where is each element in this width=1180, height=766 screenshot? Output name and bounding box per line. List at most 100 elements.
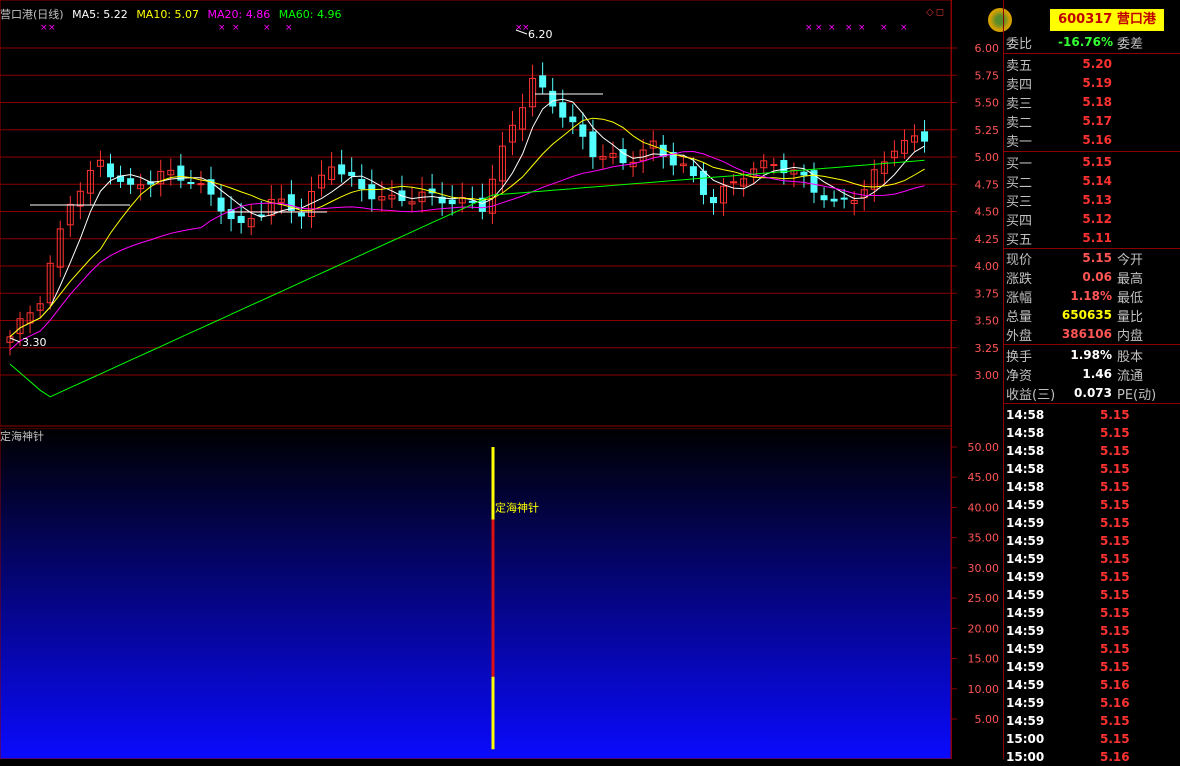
ma10-line — [9, 117, 925, 338]
candle-body — [780, 160, 788, 174]
panel-inner-border — [1003, 0, 1004, 759]
quote-value: 1.18% — [1070, 289, 1112, 303]
signal-mark-icon: × — [900, 23, 908, 33]
candle-body — [699, 170, 707, 195]
weibi-diff-label: 委差 — [1117, 37, 1144, 52]
signal-mark-icon: × — [48, 23, 56, 33]
kline-chart-area[interactable]: 6.00 5.75 5.50 5.25 5.00 4.75 4.50 4.25 4.00 3.75… — [0, 0, 999, 759]
signal-label: 定海神针 — [495, 500, 539, 514]
candle-body — [589, 131, 597, 158]
tick-price: 5.15 — [1100, 624, 1130, 638]
tick-price: 5.15 — [1100, 570, 1130, 584]
fund-value: 1.98% — [1070, 348, 1112, 362]
ask-price[interactable]: 5.20 — [1022, 57, 1112, 71]
ask-price[interactable]: 5.16 — [1022, 133, 1112, 147]
quote-value: 650635 — [1061, 308, 1112, 322]
fund-value: 0.073 — [1074, 386, 1112, 400]
price-axis-label: 3.75 — [975, 287, 1000, 300]
candle-body — [800, 171, 808, 176]
indicator-axis-label: 5.00 — [975, 713, 1000, 726]
indicator-axis-label: 10.00 — [968, 683, 1000, 696]
ask-price[interactable]: 5.18 — [1022, 95, 1112, 109]
tick-time: 14:59 — [1006, 534, 1045, 548]
candle-body — [770, 164, 778, 167]
candle-body — [368, 184, 376, 200]
price-axis-label: 3.25 — [975, 342, 1000, 355]
ma10-label: MA10: 5.07 — [136, 8, 200, 21]
tick-price: 5.16 — [1100, 678, 1130, 692]
tick-time: 15:00 — [1006, 750, 1045, 764]
price-axis-label: 3.50 — [975, 315, 1000, 328]
price-axis-label: 6.00 — [975, 42, 1000, 55]
bid-price[interactable]: 5.15 — [1022, 155, 1112, 169]
tick-time: 14:58 — [1006, 408, 1045, 422]
tick-time: 14:59 — [1006, 588, 1045, 602]
tick-price: 5.15 — [1100, 516, 1130, 530]
ma5-line — [9, 98, 925, 338]
signal-mark-icon: × — [218, 23, 226, 33]
tick-price: 5.16 — [1100, 696, 1130, 710]
sep-2 — [1003, 151, 1180, 152]
quote-value: 5.15 — [1082, 251, 1112, 265]
tick-time: 14:59 — [1006, 660, 1045, 674]
ask-price[interactable]: 5.19 — [1022, 76, 1112, 90]
tick-price: 5.15 — [1100, 498, 1130, 512]
candle-body — [840, 197, 848, 200]
candle-body — [187, 181, 195, 184]
candle-body — [297, 212, 305, 217]
tick-time: 14:59 — [1006, 570, 1045, 584]
indicator-axis-label: 25.00 — [968, 592, 1000, 605]
tick-time: 14:59 — [1006, 624, 1045, 638]
candle-body — [358, 178, 366, 190]
candle-body — [338, 164, 346, 175]
tick-price: 5.15 — [1100, 642, 1130, 656]
candle-body — [217, 197, 225, 212]
price-axis-label: 4.75 — [975, 178, 1000, 191]
price-chart[interactable]: 6.00 5.75 5.50 5.25 5.00 4.75 4.50 4.25 4.00 3.75… — [0, 0, 1003, 428]
quote-label2: 最低 — [1117, 291, 1144, 306]
signal-mark-icon: × — [522, 23, 530, 33]
bid-price[interactable]: 5.12 — [1022, 212, 1112, 226]
tick-price: 5.15 — [1100, 426, 1130, 440]
chart-corner-icons[interactable]: ◇◻ — [926, 7, 946, 18]
signal-mark-icon: × — [40, 23, 48, 33]
indicator-axis-label: 35.00 — [968, 532, 1000, 545]
price-axis-label: 4.50 — [975, 206, 1000, 219]
indicator-chart[interactable]: 50.00 45.00 40.00 35.00 30.00 25.00 20.00 15.00… — [0, 428, 1003, 759]
price-axis-label: 5.75 — [975, 69, 1000, 82]
bid-price[interactable]: 5.13 — [1022, 193, 1112, 207]
sep-5 — [1003, 403, 1180, 404]
candle-body — [689, 166, 697, 177]
ma60-label: MA60: 4.96 — [278, 8, 342, 21]
candle-body — [820, 195, 828, 201]
ask-price[interactable]: 5.17 — [1022, 114, 1112, 128]
indicator-axis-label: 50.00 — [968, 441, 1000, 454]
candle-body — [579, 124, 587, 137]
ma20-label: MA20: 4.86 — [207, 8, 271, 21]
panel-left-border — [951, 0, 952, 759]
bid-price[interactable]: 5.11 — [1022, 231, 1112, 245]
stock-title: 营口港(日线) — [0, 8, 64, 21]
quote-label2: 今开 — [1117, 253, 1144, 268]
candle-body — [569, 116, 577, 123]
indicator-background — [0, 428, 952, 759]
signal-mark-icon: × — [285, 23, 293, 33]
indicator-axis-label: 45.00 — [968, 471, 1000, 484]
indicator-axis-label: 30.00 — [968, 562, 1000, 575]
signal-mark-icon: × — [845, 23, 853, 33]
signal-mark-icon: × — [805, 23, 813, 33]
tick-time: 14:58 — [1006, 480, 1045, 494]
tick-price: 5.15 — [1100, 732, 1130, 746]
candle-body — [127, 178, 135, 185]
candle-body — [559, 102, 567, 118]
fund-label2: 股本 — [1117, 350, 1144, 365]
signal-mark-icon: × — [263, 23, 271, 33]
candle-body — [539, 75, 547, 88]
tick-time: 14:59 — [1006, 498, 1045, 512]
tick-price: 5.15 — [1100, 462, 1130, 476]
candle-body — [468, 200, 476, 203]
candle-body — [197, 183, 205, 186]
bid-price[interactable]: 5.14 — [1022, 174, 1112, 188]
tick-time: 14:58 — [1006, 444, 1045, 458]
candle-body — [830, 198, 838, 202]
